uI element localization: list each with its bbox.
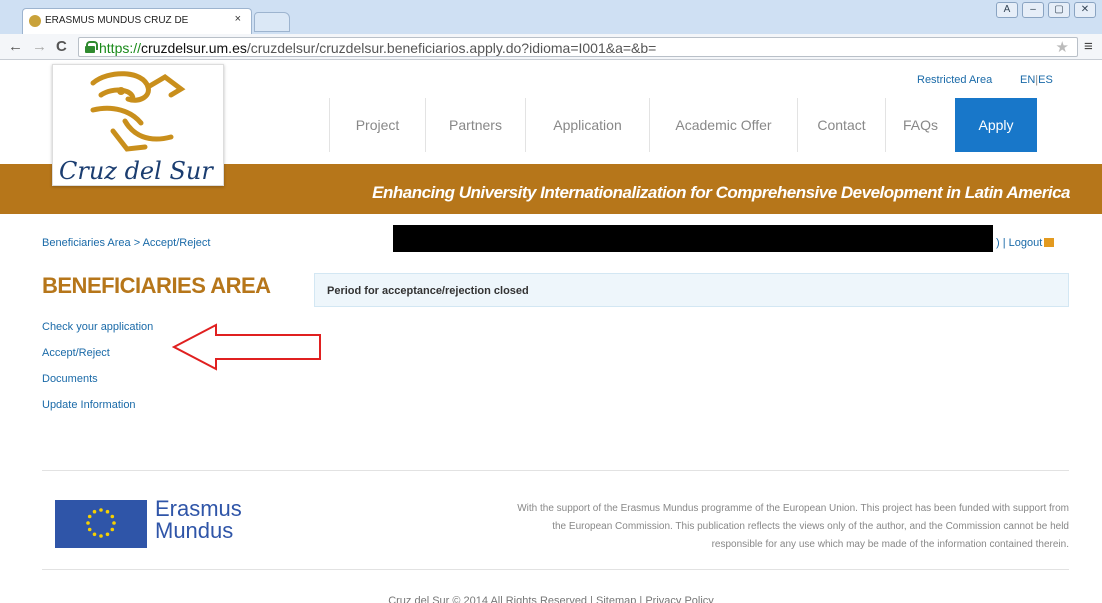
nav-apply[interactable]: Apply [955,98,1037,152]
nav-partners[interactable]: Partners [425,98,525,152]
user-button[interactable]: A [996,2,1018,18]
erasmus-line-1: Erasmus [155,496,242,521]
menu-accept-reject[interactable]: Accept/Reject [42,346,153,372]
restricted-area-link[interactable]: Restricted Area [917,74,992,86]
menu-check-application[interactable]: Check your application [42,320,153,346]
lang-en-link[interactable]: EN [1020,74,1035,86]
status-notice: Period for acceptance/rejection closed [314,273,1069,307]
tagline: Enhancing University Internationalizatio… [372,183,1070,202]
back-arrow-icon[interactable]: ← [8,38,23,55]
url-text[interactable]: https://cruzdelsur.um.es/cruzdelsur/cruz… [99,40,656,56]
footer-divider-top [42,470,1069,471]
erasmus-line-2: Mundus [155,518,234,543]
lock-icon [85,41,98,53]
beneficiaries-menu: Check your application Accept/Reject Doc… [42,320,153,424]
logo-text: Cruz del Sur [59,157,213,185]
tab-close-icon[interactable]: × [235,13,241,25]
url-bar[interactable]: https://cruzdelsur.um.es/cruzdelsur/cruz… [78,37,1078,57]
lang-es-link[interactable]: ES [1038,74,1053,86]
legal-disclaimer: With the support of the Erasmus Mundus p… [309,500,1069,554]
copyright-line[interactable]: Cruz del Sur © 2014 All Rights Reserved … [0,595,1102,603]
user-bar: ) | Logout [996,237,1055,249]
tab-title: ERASMUS MUNDUS CRUZ DE [45,15,189,26]
ostrich-emblem-icon [90,71,186,152]
logout-link[interactable]: Logout [1009,237,1043,249]
menu-documents[interactable]: Documents [42,372,153,398]
language-switcher: EN|ES [1020,74,1053,86]
logout-icon[interactable] [1044,238,1055,247]
erasmus-mundus-logo: Erasmus Mundus [155,498,242,542]
forward-arrow-icon[interactable]: → [32,38,47,55]
maximize-button[interactable]: ▢ [1048,2,1070,18]
red-arrow-annotation-icon [172,323,321,371]
address-toolbar: ← → C https://cruzdelsur.um.es/cruzdelsu… [0,34,1102,60]
url-path: /cruzdelsur/cruzdelsur.beneficiarios.app… [246,40,657,56]
site-favicon-icon [29,15,41,27]
nav-application[interactable]: Application [525,98,649,152]
cruz-del-sur-logo[interactable]: Cruz del Sur [52,64,224,186]
nav-contact[interactable]: Contact [797,98,885,152]
minimize-button[interactable]: – [1022,2,1044,18]
legal-line-1: With the support of the Erasmus Mundus p… [517,503,1069,514]
browser-menu-icon[interactable]: ≡ [1084,38,1093,55]
browser-tab-strip: ERASMUS MUNDUS CRUZ DE × A – ▢ ✕ [0,0,1102,34]
notice-text: Period for acceptance/rejection closed [327,285,529,297]
url-scheme: https:// [99,40,142,56]
new-tab-button[interactable] [254,12,290,32]
user-bar-separator: ) | [996,237,1009,249]
breadcrumb[interactable]: Beneficiaries Area > Accept/Reject [42,237,210,249]
page-title: BENEFICIARIES AREA [42,273,271,298]
reload-icon[interactable]: C [56,38,67,55]
legal-line-2: the European Commission. This publicatio… [552,521,1069,532]
eu-flag-icon [55,500,147,548]
main-navigation: Project Partners Application Academic Of… [329,98,1037,152]
bookmark-star-icon[interactable]: ★ [1056,38,1069,56]
browser-tab[interactable]: ERASMUS MUNDUS CRUZ DE × [22,8,252,34]
footer-divider-bottom [42,569,1069,570]
menu-update-information[interactable]: Update Information [42,398,153,424]
window-controls: A – ▢ ✕ [996,2,1096,18]
url-host: cruzdelsur.um.es [141,40,247,56]
legal-line-3: responsible for any use which may be mad… [711,539,1069,550]
nav-faqs[interactable]: FAQs [885,98,955,152]
nav-academic-offer[interactable]: Academic Offer [649,98,797,152]
close-window-button[interactable]: ✕ [1074,2,1096,18]
nav-project[interactable]: Project [329,98,425,152]
redacted-user-info [393,225,993,252]
